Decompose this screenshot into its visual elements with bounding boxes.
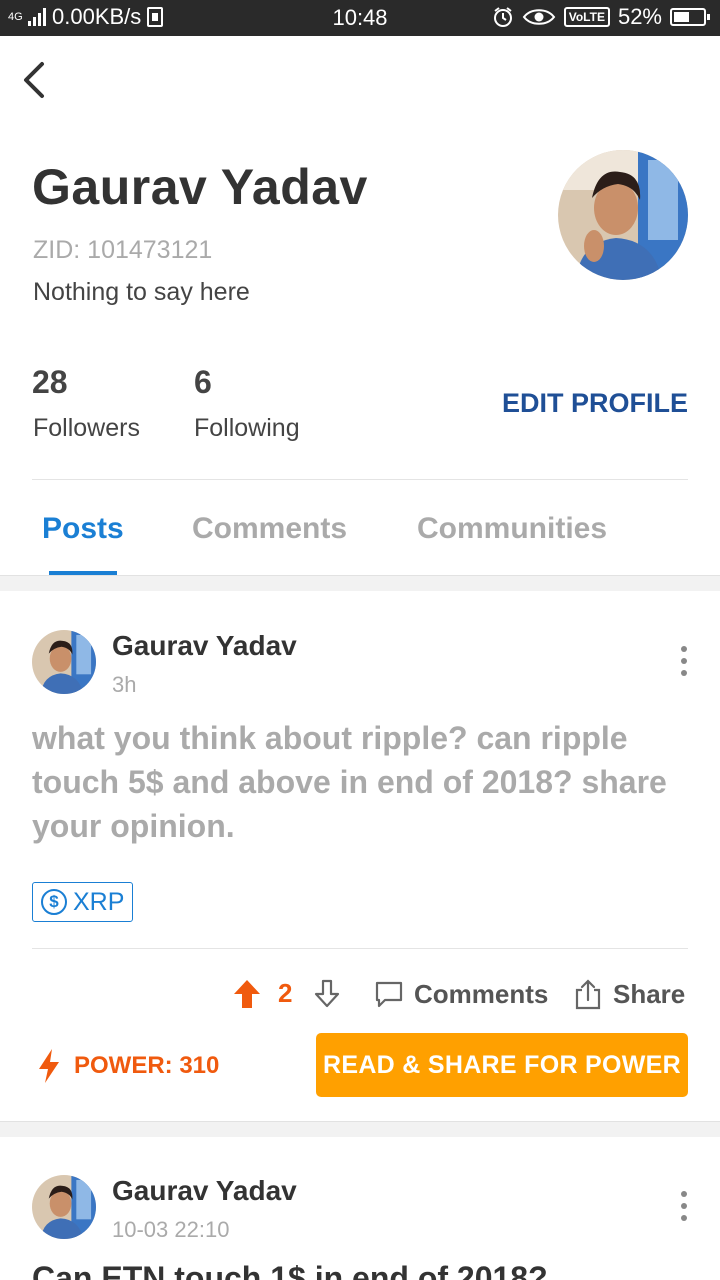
profile-name: Gaurav Yadav <box>32 159 368 215</box>
power-label: POWER: 310 <box>74 1052 220 1079</box>
comments-label: Comments <box>414 978 549 1009</box>
chevron-left-icon <box>24 62 44 98</box>
followers-count[interactable]: 28 <box>32 364 68 401</box>
read-share-power-button[interactable]: READ & SHARE FOR POWER <box>316 1033 688 1097</box>
tab-posts[interactable]: Posts <box>42 512 124 546</box>
eye-icon <box>522 9 556 25</box>
divider <box>32 948 688 949</box>
lightning-icon <box>39 1049 59 1083</box>
power-indicator: POWER: 310 <box>36 1048 219 1084</box>
profile-zid: ZID: 101473121 <box>33 236 213 264</box>
battery-percent: 52% <box>617 4 662 29</box>
share-button[interactable]: Share <box>573 976 685 1012</box>
post-time: 3h <box>112 672 137 697</box>
share-icon <box>575 979 601 1010</box>
vote-count: 2 <box>278 978 293 1008</box>
post-avatar[interactable] <box>32 630 96 694</box>
alarm-icon <box>493 7 512 27</box>
share-label: Share <box>613 978 686 1009</box>
dollar-coin-icon: $ <box>41 889 67 915</box>
post-title[interactable]: Can ETN touch 1$ in end of 2018? <box>32 1260 548 1280</box>
avatar-photo <box>558 150 688 280</box>
edit-profile-button[interactable]: EDIT PROFILE <box>502 388 688 419</box>
avatar-photo <box>32 1175 96 1239</box>
comment-bubble-icon <box>375 981 403 1008</box>
more-options-icon[interactable] <box>670 1186 698 1226</box>
tab-communities[interactable]: Communities <box>417 512 607 546</box>
tab-comments[interactable]: Comments <box>192 512 347 546</box>
followers-label[interactable]: Followers <box>33 414 140 443</box>
avatar-photo <box>32 630 96 694</box>
section-separator <box>0 1121 720 1137</box>
post-author[interactable]: Gaurav Yadav <box>112 1175 297 1207</box>
comments-button[interactable]: Comments <box>374 976 548 1012</box>
arrow-up-icon <box>234 980 260 1008</box>
upvote-button[interactable] <box>232 976 262 1012</box>
following-count[interactable]: 6 <box>194 364 212 401</box>
post-body[interactable]: what you think about ripple? can ripple … <box>32 716 688 848</box>
status-bar: 4G 0.00KB/s 10:48 VoLTE 52% <box>0 0 720 36</box>
arrow-down-icon <box>314 979 340 1008</box>
tag-label: XRP <box>73 887 125 916</box>
status-right: VoLTE 52% <box>492 4 710 30</box>
post-time: 10-03 22:10 <box>112 1217 230 1242</box>
downvote-button[interactable] <box>312 976 342 1012</box>
battery-icon <box>670 8 710 26</box>
more-options-icon[interactable] <box>670 641 698 681</box>
tag-chip[interactable]: $ XRP <box>32 882 134 922</box>
back-button[interactable] <box>14 52 58 108</box>
following-label[interactable]: Following <box>194 414 300 443</box>
post-author[interactable]: Gaurav Yadav <box>112 630 297 662</box>
post-avatar[interactable] <box>32 1175 96 1239</box>
profile-bio: Nothing to say here <box>33 278 250 306</box>
divider <box>32 479 688 480</box>
section-separator <box>0 575 720 591</box>
profile-avatar[interactable] <box>558 150 688 280</box>
volte-badge: VoLTE <box>563 7 610 27</box>
